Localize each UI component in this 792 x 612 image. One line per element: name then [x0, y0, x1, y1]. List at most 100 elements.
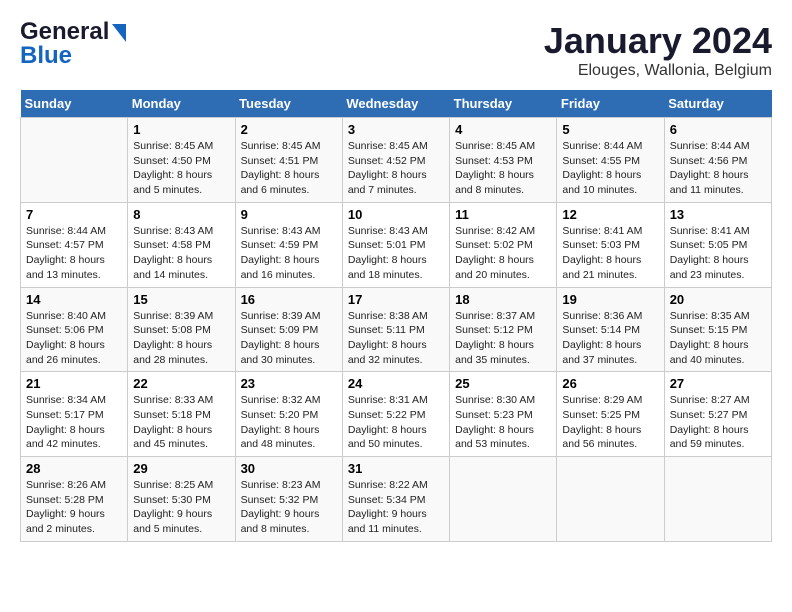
header-cell-tuesday: Tuesday	[235, 90, 342, 118]
day-number: 4	[455, 122, 551, 137]
day-info: Sunrise: 8:41 AM Sunset: 5:05 PM Dayligh…	[670, 224, 766, 283]
day-info: Sunrise: 8:22 AM Sunset: 5:34 PM Dayligh…	[348, 478, 444, 537]
calendar-cell: 3 Sunrise: 8:45 AM Sunset: 4:52 PM Daylig…	[342, 118, 449, 203]
calendar-cell: 22Sunrise: 8:33 AM Sunset: 5:18 PM Dayli…	[128, 372, 235, 457]
logo-blue-text: Blue	[20, 42, 72, 69]
day-number: 14	[26, 292, 122, 307]
day-number: 19	[562, 292, 658, 307]
day-number: 8	[133, 207, 229, 222]
week-row-3: 14 Sunrise: 8:40 AM Sunset: 5:06 PM Dayli…	[21, 287, 772, 372]
day-number: 3	[348, 122, 444, 137]
calendar-cell: 10 Sunrise: 8:43 AM Sunset: 5:01 PM Dayli…	[342, 202, 449, 287]
day-info: Sunrise: 8:45 AM Sunset: 4:50 PM Dayligh…	[133, 139, 229, 198]
calendar-cell: 21 Sunrise: 8:34 AM Sunset: 5:17 PM Dayli…	[21, 372, 128, 457]
calendar-cell: 31 Sunrise: 8:22 AM Sunset: 5:34 PM Dayli…	[342, 457, 449, 542]
day-number: 28	[26, 461, 122, 476]
calendar-cell: 15 Sunrise: 8:39 AM Sunset: 5:08 PM Dayli…	[128, 287, 235, 372]
day-info: Sunrise: 8:26 AM Sunset: 5:28 PM Dayligh…	[26, 478, 122, 537]
day-info: Sunrise: 8:41 AM Sunset: 5:03 PM Dayligh…	[562, 224, 658, 283]
day-number: 24	[348, 376, 444, 391]
calendar-cell: 24 Sunrise: 8:31 AM Sunset: 5:22 PM Dayli…	[342, 372, 449, 457]
day-number: 30	[241, 461, 337, 476]
calendar-cell: 18 Sunrise: 8:37 AM Sunset: 5:12 PM Dayli…	[450, 287, 557, 372]
calendar-cell: 2 Sunrise: 8:45 AM Sunset: 4:51 PM Daylig…	[235, 118, 342, 203]
day-number: 26	[562, 376, 658, 391]
day-number: 6	[670, 122, 766, 137]
day-info: Sunrise: 8:39 AM Sunset: 5:08 PM Dayligh…	[133, 309, 229, 368]
day-number: 31	[348, 461, 444, 476]
calendar-cell: 23 Sunrise: 8:32 AM Sunset: 5:20 PM Dayli…	[235, 372, 342, 457]
day-info: Sunrise: 8:37 AM Sunset: 5:12 PM Dayligh…	[455, 309, 551, 368]
day-number: 2	[241, 122, 337, 137]
calendar-cell: 27 Sunrise: 8:27 AM Sunset: 5:27 PM Dayli…	[664, 372, 771, 457]
week-row-5: 28 Sunrise: 8:26 AM Sunset: 5:28 PM Dayli…	[21, 457, 772, 542]
calendar-cell: 20 Sunrise: 8:35 AM Sunset: 5:15 PM Dayli…	[664, 287, 771, 372]
day-number: 10	[348, 207, 444, 222]
day-info: Sunrise: 8:39 AM Sunset: 5:09 PM Dayligh…	[241, 309, 337, 368]
calendar-cell: 8 Sunrise: 8:43 AM Sunset: 4:58 PM Daylig…	[128, 202, 235, 287]
header-cell-friday: Friday	[557, 90, 664, 118]
logo-general-text: General	[20, 20, 109, 44]
day-info: Sunrise: 8:23 AM Sunset: 5:32 PM Dayligh…	[241, 478, 337, 537]
day-number: 23	[241, 376, 337, 391]
calendar-cell: 1 Sunrise: 8:45 AM Sunset: 4:50 PM Daylig…	[128, 118, 235, 203]
day-info: Sunrise: 8:34 AM Sunset: 5:17 PM Dayligh…	[26, 393, 122, 452]
day-info: Sunrise: 8:45 AM Sunset: 4:52 PM Dayligh…	[348, 139, 444, 198]
day-number: 7	[26, 207, 122, 222]
day-info: Sunrise: 8:27 AM Sunset: 5:27 PM Dayligh…	[670, 393, 766, 452]
day-info: Sunrise: 8:45 AM Sunset: 4:51 PM Dayligh…	[241, 139, 337, 198]
day-number: 15	[133, 292, 229, 307]
day-number: 16	[241, 292, 337, 307]
calendar-cell	[664, 457, 771, 542]
day-number: 21	[26, 376, 122, 391]
day-info: Sunrise: 8:44 AM Sunset: 4:56 PM Dayligh…	[670, 139, 766, 198]
day-info: Sunrise: 8:43 AM Sunset: 4:58 PM Dayligh…	[133, 224, 229, 283]
day-info: Sunrise: 8:30 AM Sunset: 5:23 PM Dayligh…	[455, 393, 551, 452]
header-row: SundayMondayTuesdayWednesdayThursdayFrid…	[21, 90, 772, 118]
header-cell-monday: Monday	[128, 90, 235, 118]
page-subtitle: Elouges, Wallonia, Belgium	[544, 62, 772, 80]
day-info: Sunrise: 8:45 AM Sunset: 4:53 PM Dayligh…	[455, 139, 551, 198]
calendar-cell: 9 Sunrise: 8:43 AM Sunset: 4:59 PM Daylig…	[235, 202, 342, 287]
calendar-cell: 12 Sunrise: 8:41 AM Sunset: 5:03 PM Dayli…	[557, 202, 664, 287]
calendar-cell: 19Sunrise: 8:36 AM Sunset: 5:14 PM Dayli…	[557, 287, 664, 372]
day-info: Sunrise: 8:43 AM Sunset: 4:59 PM Dayligh…	[241, 224, 337, 283]
calendar-cell: 26 Sunrise: 8:29 AM Sunset: 5:25 PM Dayli…	[557, 372, 664, 457]
day-info: Sunrise: 8:42 AM Sunset: 5:02 PM Dayligh…	[455, 224, 551, 283]
day-number: 9	[241, 207, 337, 222]
day-info: Sunrise: 8:33 AM Sunset: 5:18 PM Dayligh…	[133, 393, 229, 452]
page-title: January 2024	[544, 20, 772, 62]
calendar-cell: 11Sunrise: 8:42 AM Sunset: 5:02 PM Dayli…	[450, 202, 557, 287]
calendar-cell	[450, 457, 557, 542]
header-cell-thursday: Thursday	[450, 90, 557, 118]
week-row-1: 1 Sunrise: 8:45 AM Sunset: 4:50 PM Daylig…	[21, 118, 772, 203]
calendar-cell: 30 Sunrise: 8:23 AM Sunset: 5:32 PM Dayli…	[235, 457, 342, 542]
day-info: Sunrise: 8:44 AM Sunset: 4:57 PM Dayligh…	[26, 224, 122, 283]
day-info: Sunrise: 8:35 AM Sunset: 5:15 PM Dayligh…	[670, 309, 766, 368]
week-row-2: 7 Sunrise: 8:44 AM Sunset: 4:57 PM Daylig…	[21, 202, 772, 287]
day-info: Sunrise: 8:40 AM Sunset: 5:06 PM Dayligh…	[26, 309, 122, 368]
calendar-table: SundayMondayTuesdayWednesdayThursdayFrid…	[20, 90, 772, 542]
calendar-cell: 7 Sunrise: 8:44 AM Sunset: 4:57 PM Daylig…	[21, 202, 128, 287]
calendar-body: 1 Sunrise: 8:45 AM Sunset: 4:50 PM Daylig…	[21, 118, 772, 542]
day-number: 1	[133, 122, 229, 137]
title-area: January 2024 Elouges, Wallonia, Belgium	[544, 20, 772, 80]
logo: General Blue	[20, 20, 126, 68]
day-number: 18	[455, 292, 551, 307]
calendar-cell: 16 Sunrise: 8:39 AM Sunset: 5:09 PM Dayli…	[235, 287, 342, 372]
day-info: Sunrise: 8:43 AM Sunset: 5:01 PM Dayligh…	[348, 224, 444, 283]
day-number: 27	[670, 376, 766, 391]
header: General Blue January 2024 Elouges, Wallo…	[20, 20, 772, 80]
calendar-cell: 13Sunrise: 8:41 AM Sunset: 5:05 PM Dayli…	[664, 202, 771, 287]
day-info: Sunrise: 8:29 AM Sunset: 5:25 PM Dayligh…	[562, 393, 658, 452]
day-info: Sunrise: 8:31 AM Sunset: 5:22 PM Dayligh…	[348, 393, 444, 452]
calendar-cell	[21, 118, 128, 203]
day-number: 20	[670, 292, 766, 307]
day-info: Sunrise: 8:32 AM Sunset: 5:20 PM Dayligh…	[241, 393, 337, 452]
logo-triangle-icon	[112, 24, 126, 42]
day-number: 12	[562, 207, 658, 222]
header-cell-saturday: Saturday	[664, 90, 771, 118]
calendar-cell: 17Sunrise: 8:38 AM Sunset: 5:11 PM Dayli…	[342, 287, 449, 372]
day-info: Sunrise: 8:38 AM Sunset: 5:11 PM Dayligh…	[348, 309, 444, 368]
calendar-cell: 6 Sunrise: 8:44 AM Sunset: 4:56 PM Daylig…	[664, 118, 771, 203]
